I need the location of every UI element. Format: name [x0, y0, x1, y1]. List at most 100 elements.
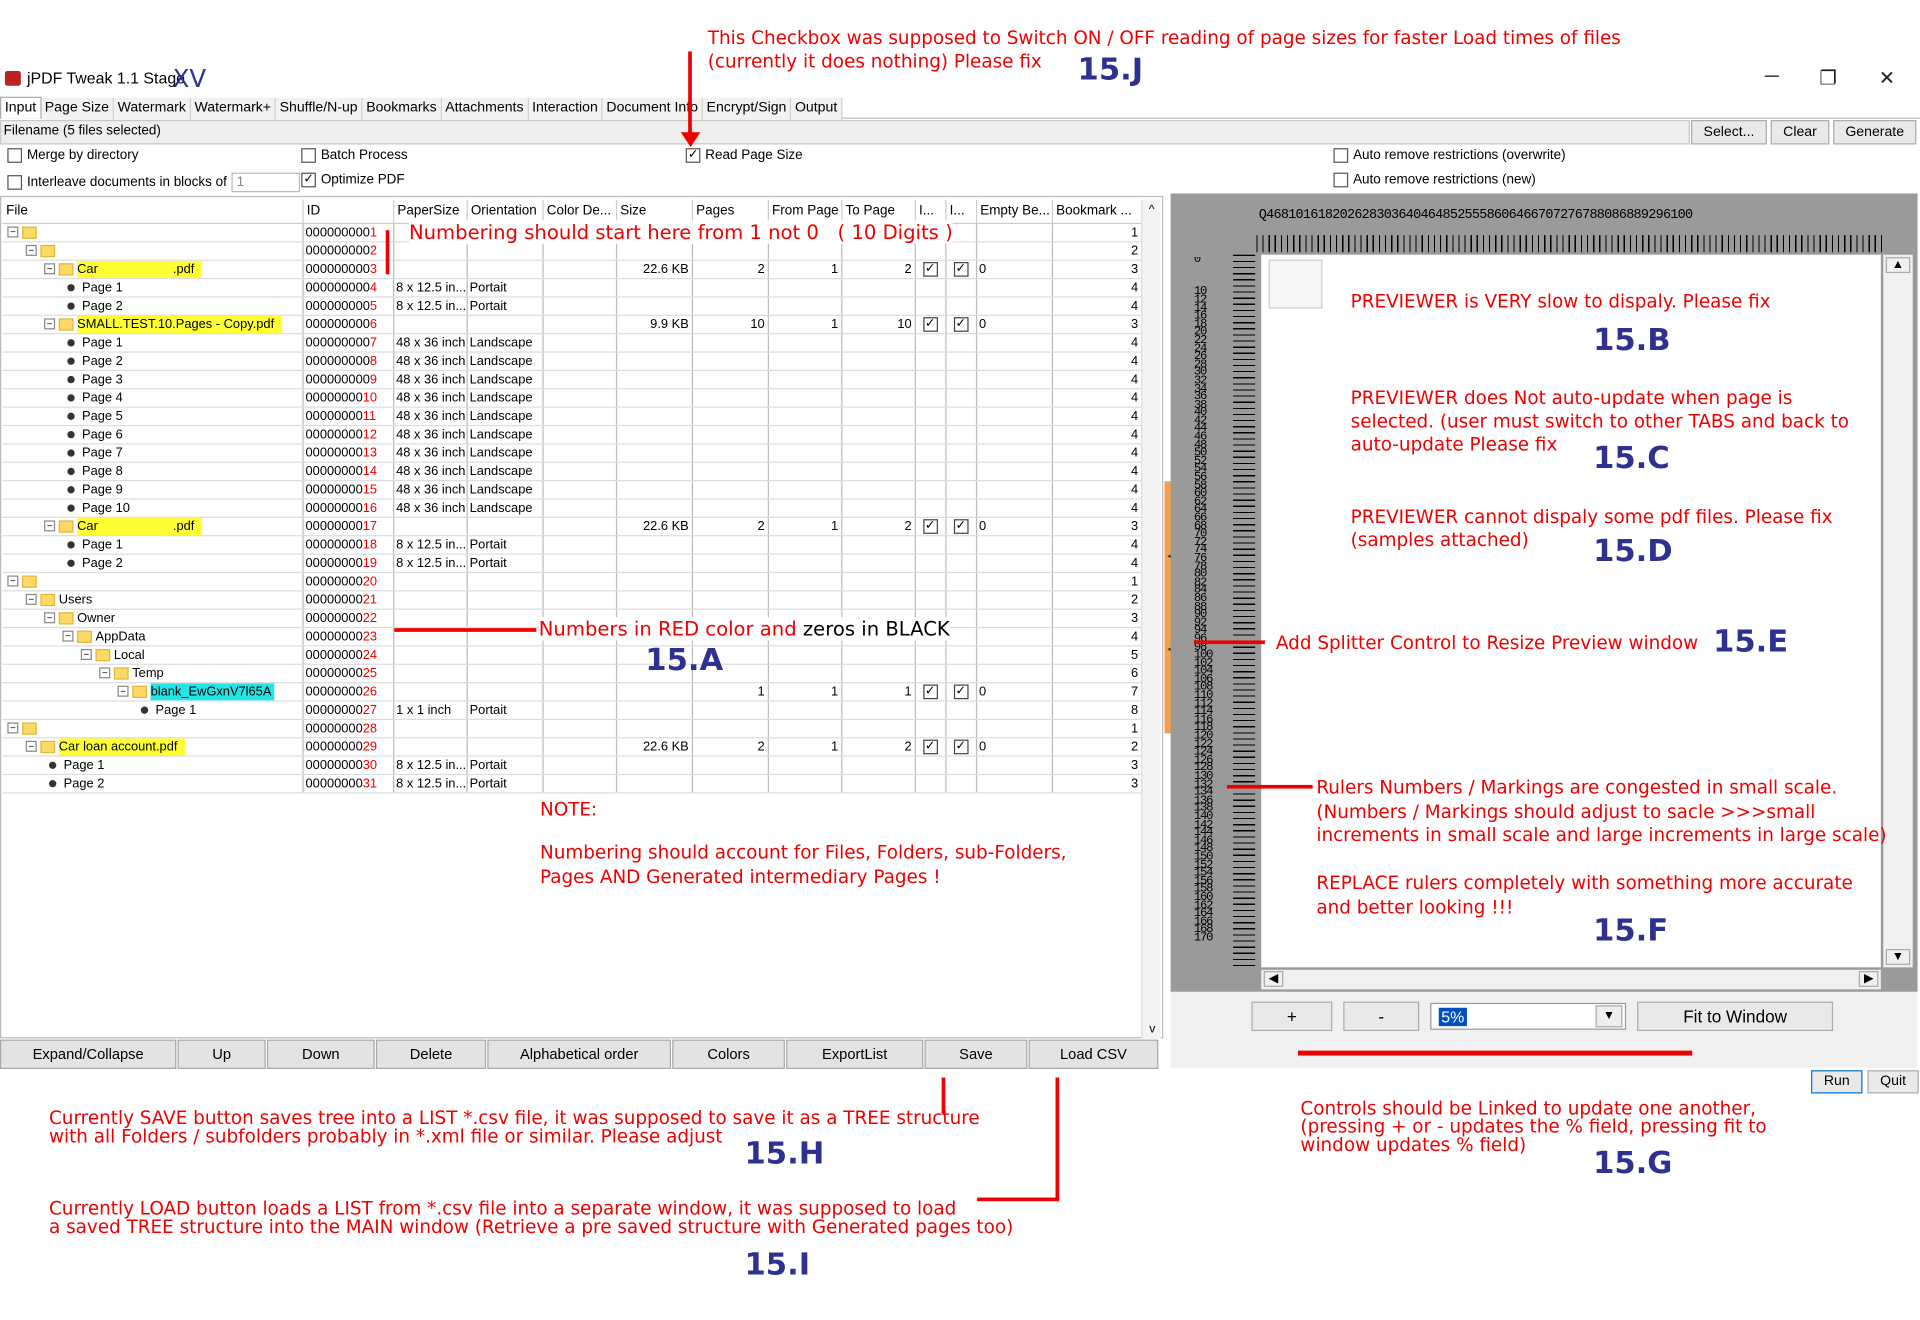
table-row[interactable]: Page 2 0000000031 8 x 12.5 in... Portait 3 — [2, 773, 1142, 793]
run-button[interactable]: Run — [1811, 1070, 1863, 1094]
column-header[interactable]: I... — [914, 199, 946, 224]
flag-cell[interactable]: ✓ — [914, 516, 946, 536]
checkbox-box[interactable]: ✓ — [301, 172, 316, 188]
tab-page-size[interactable]: Page Size — [41, 97, 114, 121]
flag-cell[interactable] — [945, 241, 977, 261]
column-header[interactable]: I... — [945, 199, 977, 224]
collapse-toggle-icon[interactable]: − — [44, 263, 56, 275]
table-row[interactable]: Page 4 0000000010 48 x 36 inch Landscape 4 — [2, 388, 1142, 408]
tree-cell[interactable]: Page 6 — [2, 424, 304, 444]
collapse-toggle-icon[interactable]: − — [7, 226, 19, 238]
generate-button[interactable]: Generate — [1833, 120, 1917, 145]
flag-cell[interactable] — [914, 388, 946, 408]
maximize-icon[interactable]: ❐ — [1810, 66, 1847, 90]
tree-cell[interactable]: Page 7 — [2, 443, 304, 463]
preview-hscroll[interactable]: ◀ ▶ — [1261, 969, 1881, 990]
table-row[interactable]: Page 8 0000000014 48 x 36 inch Landscape 4 — [2, 461, 1142, 481]
flag-cell[interactable]: ✓ — [914, 259, 946, 279]
interleave-spinner[interactable]: 1 — [231, 172, 301, 193]
tree-cell[interactable]: Page 4 — [2, 388, 304, 408]
column-header[interactable]: ID — [302, 199, 394, 224]
flag-cell[interactable] — [945, 645, 977, 665]
collapse-toggle-icon[interactable]: − — [25, 244, 37, 256]
flag-cell[interactable] — [914, 296, 946, 316]
load-csv-button[interactable]: Load CSV — [1028, 1039, 1159, 1069]
zoom-in-button[interactable]: + — [1251, 1001, 1333, 1032]
flag-cell[interactable] — [914, 571, 946, 591]
minimize-icon[interactable]: ─ — [1753, 66, 1790, 88]
tree-cell[interactable]: Page 1 — [2, 535, 304, 555]
tree-cell[interactable]: Page 2 — [2, 296, 304, 316]
expand-collapse-button[interactable]: Expand/Collapse — [0, 1039, 177, 1069]
tree-cell[interactable]: − — [2, 241, 304, 261]
tab-input[interactable]: Input — [0, 96, 42, 119]
read-page-size-checkbox[interactable]: ✓ Read Page Size — [685, 148, 803, 163]
table-row[interactable]: − 0000000020 1 — [2, 571, 1142, 591]
flag-cell[interactable] — [914, 480, 946, 499]
flag-cell[interactable] — [945, 700, 977, 720]
tab-attachments[interactable]: Attachments — [441, 97, 529, 121]
tree-cell[interactable]: Page 1 — [2, 755, 304, 775]
checkbox-icon[interactable]: ✓ — [953, 261, 968, 277]
flag-cell[interactable] — [914, 590, 946, 610]
flag-cell[interactable] — [945, 443, 977, 463]
clear-button[interactable]: Clear — [1770, 120, 1830, 145]
tree-cell[interactable]: − — [2, 718, 304, 738]
flag-cell[interactable] — [914, 755, 946, 775]
collapse-toggle-icon[interactable]: − — [44, 612, 56, 624]
table-row[interactable]: Page 10 0000000016 48 x 36 inch Landscape 4 — [2, 498, 1142, 518]
table-row[interactable]: Page 5 0000000011 48 x 36 inch Landscape 4 — [2, 406, 1142, 426]
collapse-toggle-icon[interactable]: − — [62, 630, 74, 642]
tree-cell[interactable]: Page 3 — [2, 369, 304, 389]
quit-button[interactable]: Quit — [1867, 1070, 1919, 1094]
tree-cell[interactable]: − Car loan account.pdf — [2, 737, 304, 757]
delete-button[interactable]: Delete — [375, 1039, 487, 1069]
table-row[interactable]: Page 1 0000000030 8 x 12.5 in... Portait 3 — [2, 755, 1142, 775]
scroll-left-icon[interactable]: ◀ — [1263, 971, 1283, 987]
flag-cell[interactable] — [914, 241, 946, 261]
flag-cell[interactable] — [945, 388, 977, 408]
flag-cell[interactable]: ✓ — [945, 516, 977, 536]
flag-cell[interactable] — [914, 700, 946, 720]
tab-watermark[interactable]: Watermark — [113, 97, 191, 121]
column-header[interactable]: Size — [615, 199, 693, 224]
flag-cell[interactable] — [945, 553, 977, 573]
column-header[interactable]: Pages — [691, 199, 769, 224]
flag-cell[interactable] — [945, 535, 977, 555]
tree-cell[interactable]: Page 8 — [2, 461, 304, 481]
zoom-out-button[interactable]: - — [1343, 1001, 1420, 1032]
collapse-toggle-icon[interactable]: − — [99, 667, 111, 679]
checkbox-icon[interactable]: ✓ — [922, 261, 938, 277]
collapse-toggle-icon[interactable]: − — [7, 575, 19, 587]
collapse-toggle-icon[interactable]: − — [25, 593, 37, 605]
flag-cell[interactable] — [914, 663, 946, 683]
flag-cell[interactable] — [945, 480, 977, 499]
column-header[interactable]: PaperSize — [393, 199, 468, 224]
flag-cell[interactable] — [914, 718, 946, 738]
flag-cell[interactable] — [914, 773, 946, 793]
flag-cell[interactable] — [945, 333, 977, 353]
exportlist-button[interactable]: ExportList — [786, 1039, 924, 1069]
flag-cell[interactable] — [945, 590, 977, 610]
flag-cell[interactable] — [945, 718, 977, 738]
chevron-down-icon[interactable]: v — [1142, 1022, 1162, 1035]
table-row[interactable]: Page 1 0000000018 8 x 12.5 in... Portait 4 — [2, 535, 1142, 555]
tree-scrollbar[interactable]: ^ v — [1141, 199, 1162, 1039]
tree-cell[interactable]: Page 2 — [2, 553, 304, 573]
column-header[interactable]: Bookmark ... — [1051, 199, 1142, 224]
merge-checkbox[interactable]: Merge by directory — [7, 148, 138, 163]
tree-cell[interactable]: Page 5 — [2, 406, 304, 426]
table-row[interactable]: − 0000000028 1 — [2, 718, 1142, 738]
collapse-toggle-icon[interactable]: − — [25, 740, 37, 752]
column-header[interactable]: From Page — [767, 199, 842, 224]
tree-cell[interactable]: − — [2, 222, 304, 242]
table-row[interactable]: Page 2 0000000008 48 x 36 inch Landscape 4 — [2, 351, 1142, 371]
flag-cell[interactable]: ✓ — [914, 682, 946, 702]
tree-cell[interactable]: Page 2 — [2, 773, 304, 793]
up-button[interactable]: Up — [177, 1039, 266, 1069]
flag-cell[interactable] — [945, 571, 977, 591]
collapse-toggle-icon[interactable]: − — [44, 318, 56, 330]
flag-cell[interactable] — [945, 351, 977, 371]
flag-cell[interactable] — [914, 351, 946, 371]
save-button[interactable]: Save — [924, 1039, 1028, 1069]
